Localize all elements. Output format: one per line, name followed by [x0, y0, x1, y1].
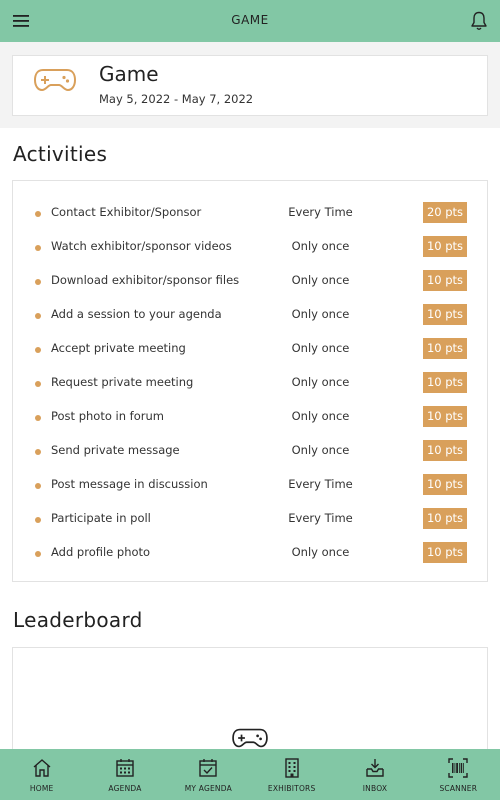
nav-item-inbox[interactable]: INBOX — [333, 749, 416, 800]
list-item: Post photo in forum Only once 10 pts — [13, 406, 487, 428]
activity-frequency: Every Time — [288, 477, 353, 491]
points-badge: 10 pts — [423, 406, 467, 427]
list-item: Add a session to your agenda Only once 1… — [13, 304, 487, 326]
activity-frequency: Only once — [291, 443, 350, 457]
calendar-check-icon — [199, 759, 218, 777]
list-item: Contact Exhibitor/Sponsor Every Time 20 … — [13, 202, 487, 224]
activity-label: Post message in discussion — [51, 477, 208, 491]
points-badge: 10 pts — [423, 270, 467, 291]
nav-item-agenda[interactable]: AGENDA — [83, 749, 166, 800]
activity-label: Watch exhibitor/sponsor videos — [51, 239, 232, 253]
nav-label: HOME — [29, 784, 54, 793]
activity-label: Send private message — [51, 443, 180, 457]
points-badge: 10 pts — [423, 338, 467, 359]
activities-heading: Activities — [13, 142, 108, 166]
activity-label: Request private meeting — [51, 375, 194, 389]
activities-list: Contact Exhibitor/Sponsor Every Time 20 … — [12, 180, 488, 582]
activity-frequency: Only once — [291, 409, 350, 423]
page-title: GAME — [231, 13, 269, 27]
nav-item-scanner[interactable]: SCANNER — [417, 749, 500, 800]
list-item: Post message in discussion Every Time 10… — [13, 474, 487, 496]
nav-label: EXHIBITORS — [267, 784, 316, 793]
nav-item-exhibitors[interactable]: EXHIBITORS — [250, 749, 333, 800]
list-item: Send private message Only once 10 pts — [13, 440, 487, 462]
activity-label: Post photo in forum — [51, 409, 164, 423]
points-badge: 10 pts — [423, 542, 467, 563]
bottom-navigation: HOME AGENDA MY AGENDA EXHIBITORS INBOX S… — [0, 749, 500, 800]
activity-label: Participate in poll — [51, 511, 151, 525]
bullet-dot — [35, 313, 41, 319]
leaderboard-heading: Leaderboard — [13, 608, 143, 632]
game-name: Game — [99, 62, 159, 86]
list-item: Request private meeting Only once 10 pts — [13, 372, 487, 394]
nav-item-home[interactable]: HOME — [0, 749, 83, 800]
nav-item-my-agenda[interactable]: MY AGENDA — [167, 749, 250, 800]
points-badge: 10 pts — [423, 372, 467, 393]
bell-icon[interactable] — [469, 10, 489, 32]
nav-label: INBOX — [362, 784, 388, 793]
inbox-icon — [366, 759, 384, 777]
activity-frequency: Only once — [291, 307, 350, 321]
list-item: Accept private meeting Only once 10 pts — [13, 338, 487, 360]
calendar-icon — [116, 759, 134, 777]
list-item: Add profile photo Only once 10 pts — [13, 542, 487, 564]
bullet-dot — [35, 415, 41, 421]
bullet-dot — [35, 551, 41, 557]
bullet-dot — [35, 449, 41, 455]
activity-label: Accept private meeting — [51, 341, 186, 355]
barcode-scanner-icon — [448, 758, 468, 778]
bullet-dot — [35, 211, 41, 217]
building-icon — [284, 758, 299, 778]
list-item: Download exhibitor/sponsor files Only on… — [13, 270, 487, 292]
bullet-dot — [35, 347, 41, 353]
home-icon — [33, 759, 51, 777]
game-card: Game May 5, 2022 - May 7, 2022 — [12, 55, 488, 116]
activity-frequency: Only once — [291, 375, 350, 389]
points-badge: 10 pts — [423, 474, 467, 495]
activity-frequency: Every Time — [288, 205, 353, 219]
activity-label: Add profile photo — [51, 545, 151, 559]
nav-label: SCANNER — [439, 784, 478, 793]
activity-frequency: Every Time — [288, 511, 353, 525]
activity-frequency: Only once — [291, 273, 350, 287]
points-badge: 10 pts — [423, 304, 467, 325]
points-badge: 10 pts — [423, 440, 467, 461]
bullet-dot — [35, 245, 41, 251]
list-item: Participate in poll Every Time 10 pts — [13, 508, 487, 530]
activity-frequency: Only once — [291, 341, 350, 355]
nav-label: AGENDA — [108, 784, 142, 793]
gamepad-icon — [232, 728, 268, 748]
list-item: Watch exhibitor/sponsor videos Only once… — [13, 236, 487, 258]
game-dates: May 5, 2022 - May 7, 2022 — [99, 92, 254, 106]
activity-label: Add a session to your agenda — [51, 307, 222, 321]
top-app-bar: GAME — [0, 0, 500, 42]
points-badge: 20 pts — [423, 202, 467, 223]
activity-frequency: Only once — [291, 545, 350, 559]
bullet-dot — [35, 517, 41, 523]
bullet-dot — [35, 279, 41, 285]
activity-label: Download exhibitor/sponsor files — [51, 273, 240, 287]
nav-label: MY AGENDA — [184, 784, 232, 793]
points-badge: 10 pts — [423, 508, 467, 529]
bullet-dot — [35, 483, 41, 489]
points-badge: 10 pts — [423, 236, 467, 257]
activity-label: Contact Exhibitor/Sponsor — [51, 205, 202, 219]
bullet-dot — [35, 381, 41, 387]
gamepad-icon — [33, 69, 77, 92]
activity-frequency: Only once — [291, 239, 350, 253]
